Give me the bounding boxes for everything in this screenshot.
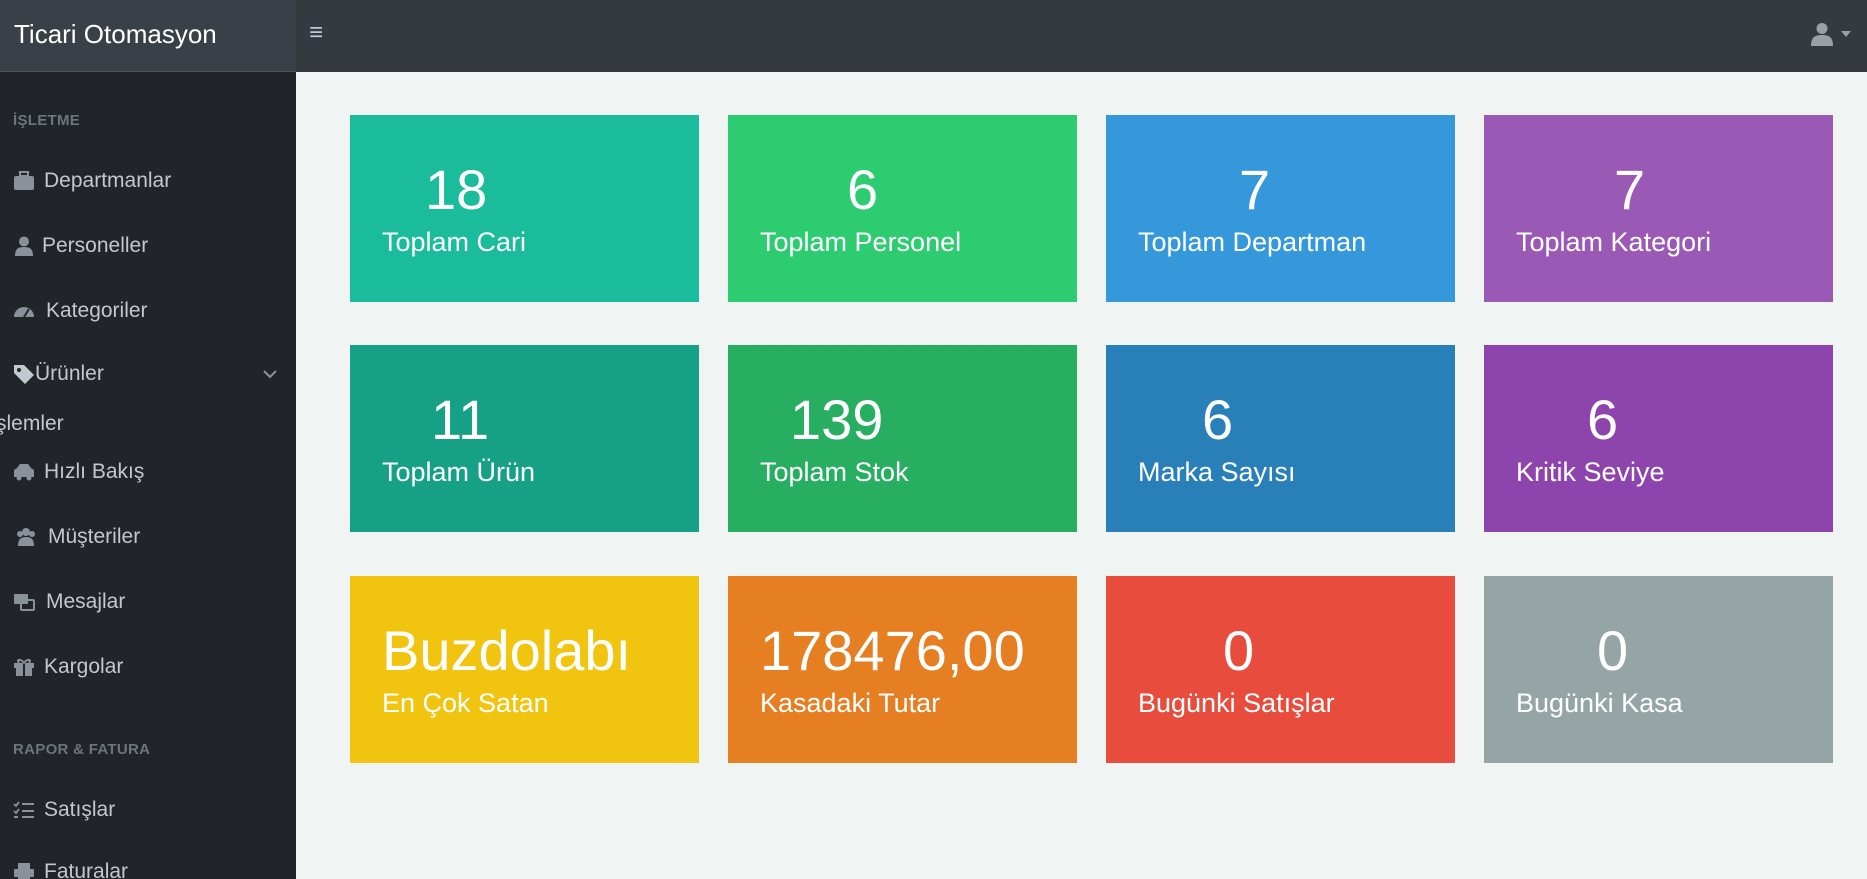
sidebar-group-label: şlemler [0,412,64,435]
card-toplam-urun[interactable]: 11 Toplam Ürün [350,345,699,532]
card-value: Buzdolabı [382,619,632,682]
card-label: Bugünki Kasa [1516,688,1683,718]
card-marka-sayisi[interactable]: 6 Marka Sayısı [1106,345,1455,532]
gift-icon [14,659,34,676]
printer-icon [14,863,34,879]
sidebar-section-isletme: İŞLETME [13,112,81,129]
sidebar-item-label: Ürünler [35,362,104,385]
card-bugunki-satislar[interactable]: 0 Bugünki Satışlar [1106,576,1455,763]
users-icon [17,528,35,546]
sidebar-item-musteriler[interactable]: Müşteriler [0,513,296,561]
card-value: 6 [847,158,879,221]
user-menu-toggle[interactable] [1811,20,1855,50]
card-toplam-cari[interactable]: 18 Toplam Cari [350,115,699,302]
card-value: 11 [431,388,490,451]
card-label: Toplam Personel [760,227,962,257]
card-label: Toplam Cari [382,227,527,257]
chevron-down-icon [263,370,277,379]
card-en-cok-satan[interactable]: Buzdolabı En Çok Satan [350,576,699,763]
sidebar-item-label: Satışlar [44,798,116,821]
sidebar-item-label: Mesajlar [46,590,126,613]
sidebar-item-mesajlar[interactable]: Mesajlar [0,578,296,626]
card-toplam-departman[interactable]: 7 Toplam Departman [1106,115,1455,302]
card-toplam-kategori[interactable]: 7 Toplam Kategori [1484,115,1833,302]
card-value: 178476,00 [760,619,1025,682]
card-kasadaki-tutar[interactable]: 178476,00 Kasadaki Tutar [728,576,1077,763]
card-value: 139 [790,388,884,451]
card-label: Toplam Departman [1138,227,1367,257]
sidebar-item-label: Faturalar [44,860,129,879]
sidebar-item-label: Departmanlar [44,169,172,192]
card-value: 7 [1239,158,1271,221]
gauge-icon [14,307,34,318]
sidebar-section-rapor-fatura: RAPOR & FATURA [13,741,151,758]
card-toplam-personel[interactable]: 6 Toplam Personel [728,115,1077,302]
card-label: Kasadaki Tutar [760,688,941,718]
user-icon [15,236,33,256]
sidebar: İŞLETME Departmanlar Personeller Kategor… [0,72,296,879]
card-label: Marka Sayısı [1138,457,1296,487]
list-check-icon [13,801,34,818]
sidebar-item-kargolar[interactable]: Kargolar [0,643,296,691]
briefcase-icon [14,171,34,190]
top-navbar: Ticari Otomasyon ≡ [0,0,1867,72]
car-icon [14,464,34,481]
sidebar-item-personeller[interactable]: Personeller [0,222,296,270]
sidebar-item-label: Hızlı Bakış [44,460,145,483]
card-label: Toplam Kategori [1516,227,1712,257]
card-value: 0 [1223,619,1255,682]
card-label: Bugünki Satışlar [1138,688,1335,718]
card-kritik-seviye[interactable]: 6 Kritik Seviye [1484,345,1833,532]
sidebar-item-faturalar[interactable]: Faturalar [0,848,296,879]
sidebar-item-label: Personeller [42,234,149,257]
sidebar-item-label: Kategoriler [46,299,148,322]
sidebar-item-kategoriler[interactable]: Kategoriler [0,287,296,335]
sidebar-item-urunler[interactable]: Ürünler [0,350,296,398]
card-label: En Çok Satan [382,688,549,718]
card-bugunki-kasa[interactable]: 0 Bugünki Kasa [1484,576,1833,763]
card-label: Toplam Stok [760,457,909,487]
card-value: 18 [425,158,488,221]
user-icon [1811,23,1833,46]
chevron-down-icon [1841,31,1851,37]
card-value: 7 [1614,158,1646,221]
sidebar-item-satislar[interactable]: Satışlar [0,786,296,834]
card-label: Toplam Ürün [382,457,536,487]
message-icon [14,594,35,611]
card-value: 6 [1202,388,1234,451]
card-value: 0 [1597,619,1629,682]
sidebar-item-hizli-bakis[interactable]: Hızlı Bakış [0,448,296,496]
hamburger-icon[interactable]: ≡ [305,18,327,48]
sidebar-item-departmanlar[interactable]: Departmanlar [0,157,296,205]
card-label: Kritik Seviye [1516,457,1665,487]
tag-icon [14,365,34,384]
card-toplam-stok[interactable]: 139 Toplam Stok [728,345,1077,532]
sidebar-item-label: Kargolar [44,655,124,678]
sidebar-item-label: Müşteriler [48,525,141,548]
brand-title[interactable]: Ticari Otomasyon [0,0,296,72]
card-value: 6 [1587,388,1619,451]
